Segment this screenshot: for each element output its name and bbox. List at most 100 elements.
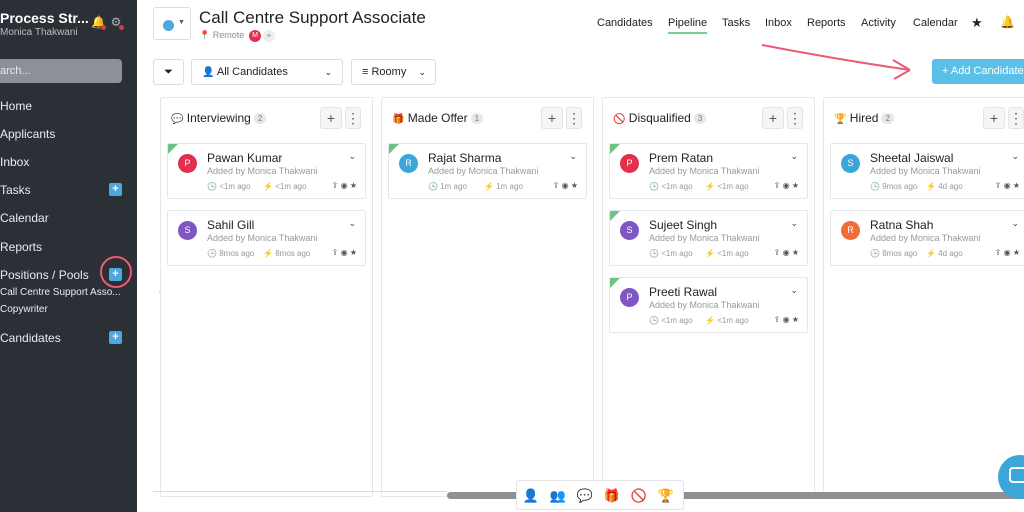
position-color-selector[interactable]: ▼ <box>153 7 191 40</box>
card-actions: ⇪ ◉ ★ <box>332 181 357 190</box>
rss-icon[interactable]: ◉ <box>341 248 348 257</box>
star-icon[interactable]: ★ <box>571 181 578 190</box>
bell-icon[interactable]: 🔔 <box>1000 15 1015 29</box>
group-icon[interactable]: 👥 <box>547 488 569 504</box>
add-to-column-button[interactable]: + <box>983 107 1005 129</box>
created-time: 🕒 8mos ago <box>870 249 917 258</box>
avatar[interactable]: M <box>249 30 261 42</box>
candidate-card[interactable]: R Rajat Sharma Added by Monica Thakwani … <box>388 143 587 199</box>
column-menu-icon[interactable]: ⋮ <box>345 107 361 129</box>
chevron-down-icon[interactable]: ⌄ <box>790 218 798 229</box>
filter-icon[interactable]: ⏷ <box>153 59 184 85</box>
tab-inbox[interactable]: Inbox <box>765 17 792 29</box>
candidate-name[interactable]: Rajat Sharma <box>428 151 501 165</box>
candidate-card[interactable]: P Preeti Rawal Added by Monica Thakwani … <box>609 277 808 333</box>
star-icon[interactable]: ★ <box>350 248 357 257</box>
comments-icon: 💬 <box>171 114 184 125</box>
card-actions: ⇪ ◉ ★ <box>332 248 357 257</box>
upload-icon[interactable]: ⇪ <box>995 248 1002 257</box>
candidate-name[interactable]: Sheetal Jaiswal <box>870 151 953 165</box>
added-by: Added by Monica Thakwani <box>207 166 318 176</box>
star-icon[interactable]: ★ <box>792 181 799 190</box>
rss-icon[interactable]: ◉ <box>783 315 790 324</box>
candidates-filter-select[interactable]: 👤 All Candidates ⌄ <box>191 59 343 85</box>
activity-time: ⚡ 1m ago <box>484 182 523 191</box>
chevron-down-icon[interactable]: ⌄ <box>1011 151 1019 162</box>
column-title: Made Offer <box>407 111 468 125</box>
column-menu-icon[interactable]: ⋮ <box>787 107 803 129</box>
bolt-icon: ⚡ <box>484 182 494 191</box>
candidates-filter-label: All Candidates <box>216 66 288 78</box>
clock-icon: 🕒 <box>207 182 217 191</box>
upload-icon[interactable]: ⇪ <box>995 181 1002 190</box>
candidate-name[interactable]: Preeti Rawal <box>649 285 717 299</box>
person-icon[interactable]: 👤 <box>520 488 542 504</box>
star-icon[interactable]: ★ <box>792 248 799 257</box>
gift-icon[interactable]: 🎁 <box>601 488 623 504</box>
column-title: Disqualified <box>628 111 691 125</box>
candidate-name[interactable]: Sahil Gill <box>207 218 254 232</box>
trophy-icon: 🏆 <box>834 114 847 125</box>
rss-icon[interactable]: ◉ <box>562 181 569 190</box>
rss-icon[interactable]: ◉ <box>1004 181 1011 190</box>
candidate-name[interactable]: Sujeet Singh <box>649 218 717 232</box>
add-to-column-button[interactable]: + <box>762 107 784 129</box>
chevron-down-icon[interactable]: ⌄ <box>348 218 356 229</box>
tab-pipeline[interactable]: Pipeline <box>668 17 708 34</box>
created-time: 🕒 <1m ago <box>649 182 693 191</box>
candidate-card[interactable]: S Sujeet Singh Added by Monica Thakwani … <box>609 210 808 266</box>
candidate-card[interactable]: S Sheetal Jaiswal Added by Monica Thakwa… <box>830 143 1024 199</box>
column-title: Interviewing <box>186 111 251 125</box>
rss-icon[interactable]: ◉ <box>341 181 348 190</box>
clock-icon: 🕒 <box>649 182 659 191</box>
created-time-text: <1m ago <box>661 249 693 258</box>
column-menu-icon[interactable]: ⋮ <box>566 107 582 129</box>
added-by: Added by Monica Thakwani <box>870 233 981 243</box>
chevron-down-icon[interactable]: ⌄ <box>348 151 356 162</box>
candidate-name[interactable]: Prem Ratan <box>649 151 713 165</box>
user-slash-icon[interactable]: 🚫 <box>628 488 650 504</box>
chevron-down-icon[interactable]: ⌄ <box>790 151 798 162</box>
upload-icon[interactable]: ⇪ <box>332 181 339 190</box>
tab-candidates[interactable]: Candidates <box>597 17 653 29</box>
add-to-column-button[interactable]: + <box>320 107 342 129</box>
candidate-card[interactable]: P Pawan Kumar Added by Monica Thakwani 🕒… <box>167 143 366 199</box>
avatar: S <box>178 221 197 240</box>
add-member-button[interactable]: + <box>263 30 275 42</box>
created-time-text: 9mos ago <box>882 182 918 191</box>
star-icon[interactable]: ★ <box>1013 248 1020 257</box>
tab-activity[interactable]: Activity <box>861 17 896 29</box>
chevron-down-icon[interactable]: ⌄ <box>569 151 577 162</box>
star-icon[interactable]: ★ <box>971 15 983 31</box>
add-to-column-button[interactable]: + <box>541 107 563 129</box>
star-icon[interactable]: ★ <box>1013 181 1020 190</box>
rss-icon[interactable]: ◉ <box>783 181 790 190</box>
candidate-card[interactable]: R Ratna Shah Added by Monica Thakwani 🕒 … <box>830 210 1024 266</box>
candidate-card[interactable]: P Prem Ratan Added by Monica Thakwani 🕒 … <box>609 143 808 199</box>
chevron-down-icon[interactable]: ⌄ <box>790 285 798 296</box>
star-icon[interactable]: ★ <box>792 315 799 324</box>
view-select[interactable]: ≡ Roomy ⌄ <box>351 59 436 85</box>
candidate-name[interactable]: Pawan Kumar <box>207 151 282 165</box>
comments-icon[interactable]: 💬 <box>574 488 596 504</box>
tab-tasks[interactable]: Tasks <box>722 17 750 29</box>
trophy-icon[interactable]: 🏆 <box>655 488 677 504</box>
candidate-card[interactable]: S Sahil Gill Added by Monica Thakwani 🕒 … <box>167 210 366 266</box>
upload-icon[interactable]: ⇪ <box>774 181 781 190</box>
star-icon[interactable]: ★ <box>350 181 357 190</box>
upload-icon[interactable]: ⇪ <box>774 315 781 324</box>
clock-icon: 🕒 <box>428 182 438 191</box>
rss-icon[interactable]: ◉ <box>783 248 790 257</box>
column-menu-icon[interactable]: ⋮ <box>1008 107 1024 129</box>
upload-icon[interactable]: ⇪ <box>553 181 560 190</box>
add-candidate-button[interactable]: + Add Candidate <box>932 59 1024 84</box>
tab-calendar[interactable]: Calendar <box>913 17 958 29</box>
chevron-down-icon[interactable]: ⌄ <box>1011 218 1019 229</box>
upload-icon[interactable]: ⇪ <box>774 248 781 257</box>
rss-icon[interactable]: ◉ <box>1004 248 1011 257</box>
card-actions: ⇪ ◉ ★ <box>995 181 1020 190</box>
tab-reports[interactable]: Reports <box>807 17 846 29</box>
candidate-name[interactable]: Ratna Shah <box>870 218 933 232</box>
upload-icon[interactable]: ⇪ <box>332 248 339 257</box>
activity-time: ⚡ <1m ago <box>263 182 307 191</box>
